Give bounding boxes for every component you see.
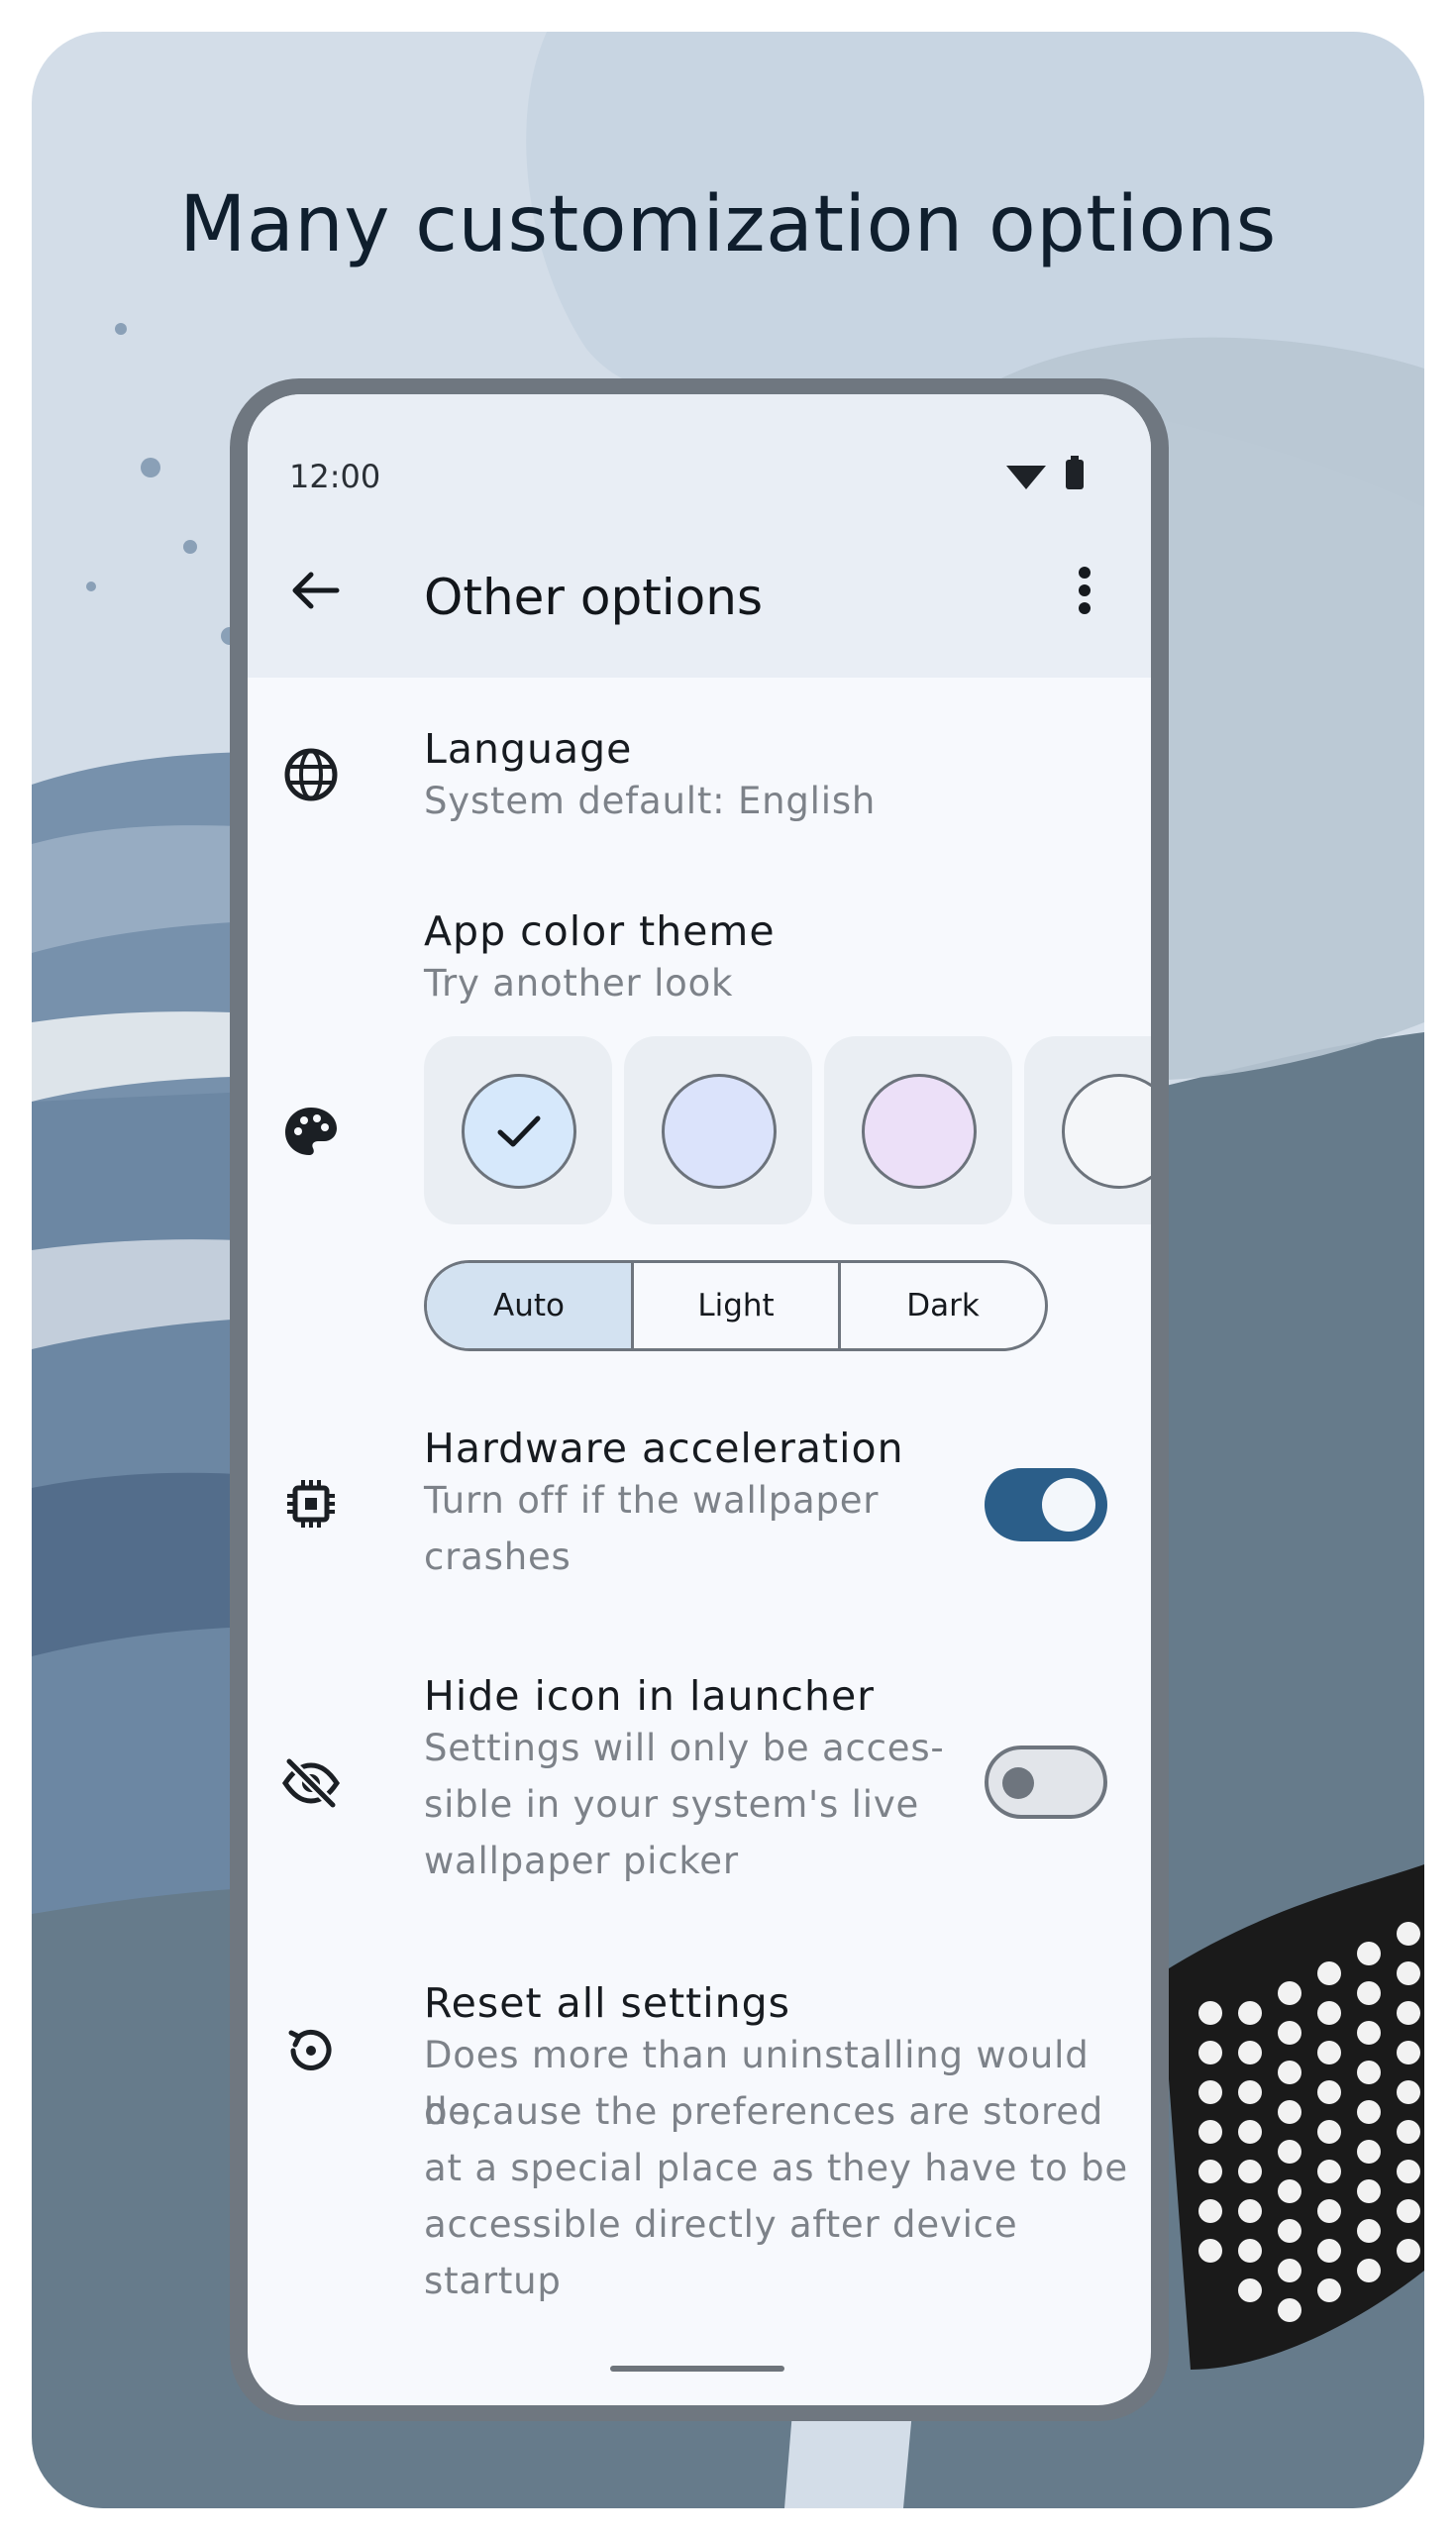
mode-dark-button[interactable]: Dark [841,1263,1045,1348]
app-bar: 12:00 Other options [248,394,1151,678]
theme-swatch-card-3[interactable] [824,1036,1012,1224]
globe-icon [284,748,338,801]
status-icons [1006,456,1084,489]
hide-icon-subtitle-line-2: sible in your system's live [424,1783,920,1826]
palette-icon [285,1108,337,1155]
hardware-toggle[interactable] [985,1468,1107,1541]
check-icon [497,1115,541,1147]
theme-swatch-3 [862,1074,977,1189]
chip-icon [287,1480,335,1528]
hardware-subtitle-line-1: Turn off if the wallpaper [424,1479,880,1522]
arrow-back-icon[interactable] [277,551,357,630]
more-vert-icon[interactable] [1050,551,1119,630]
hide-icon-toggle[interactable] [985,1746,1107,1819]
theme-swatch-2 [662,1074,777,1189]
wifi-icon [1006,466,1046,489]
hide-icon-subtitle-line-3: wallpaper picker [424,1840,739,1882]
reset-icon [288,2029,332,2070]
theme-swatch-card-1[interactable] [424,1036,612,1224]
gesture-nav-handle[interactable] [610,2366,784,2372]
hardware-subtitle-line-2: crashes [424,1535,572,1578]
reset-subtitle-line-3: at a special place as they have to be [424,2147,1128,2189]
hardware-title: Hardware acceleration [424,1425,904,1472]
theme-mode-selector: Auto Light Dark [424,1260,1048,1351]
mode-light-button[interactable]: Light [634,1263,841,1348]
language-subtitle: System default: English [424,780,877,822]
theme-subtitle: Try another look [424,962,734,1005]
reset-subtitle-line-4: accessible directly after device startup [424,2203,1018,2302]
phone-screen: 12:00 Other options Language System defa… [248,394,1151,2405]
reset-title: Reset all settings [424,1979,791,2027]
status-time: 12:00 [289,458,381,495]
theme-swatch-1 [462,1074,576,1189]
theme-title: App color theme [424,907,776,955]
theme-swatch-card-2[interactable] [624,1036,812,1224]
mode-auto-button[interactable]: Auto [427,1263,634,1348]
hide-icon-title: Hide icon in launcher [424,1672,876,1720]
theme-swatch-4 [1062,1074,1151,1189]
language-title: Language [424,725,633,773]
page-title: Other options [424,569,764,626]
toggle-knob [1042,1478,1095,1532]
reset-subtitle-line-2: because the preferences are stored [424,2090,1104,2133]
theme-swatch-card-4[interactable] [1024,1036,1151,1224]
toggle-knob [1002,1767,1034,1799]
promo-headline: Many customization options [179,180,1277,269]
hide-icon-subtitle-line-1: Settings will only be acces- [424,1727,945,1769]
battery-icon [1066,456,1084,489]
visibility-off-icon [281,1757,341,1809]
